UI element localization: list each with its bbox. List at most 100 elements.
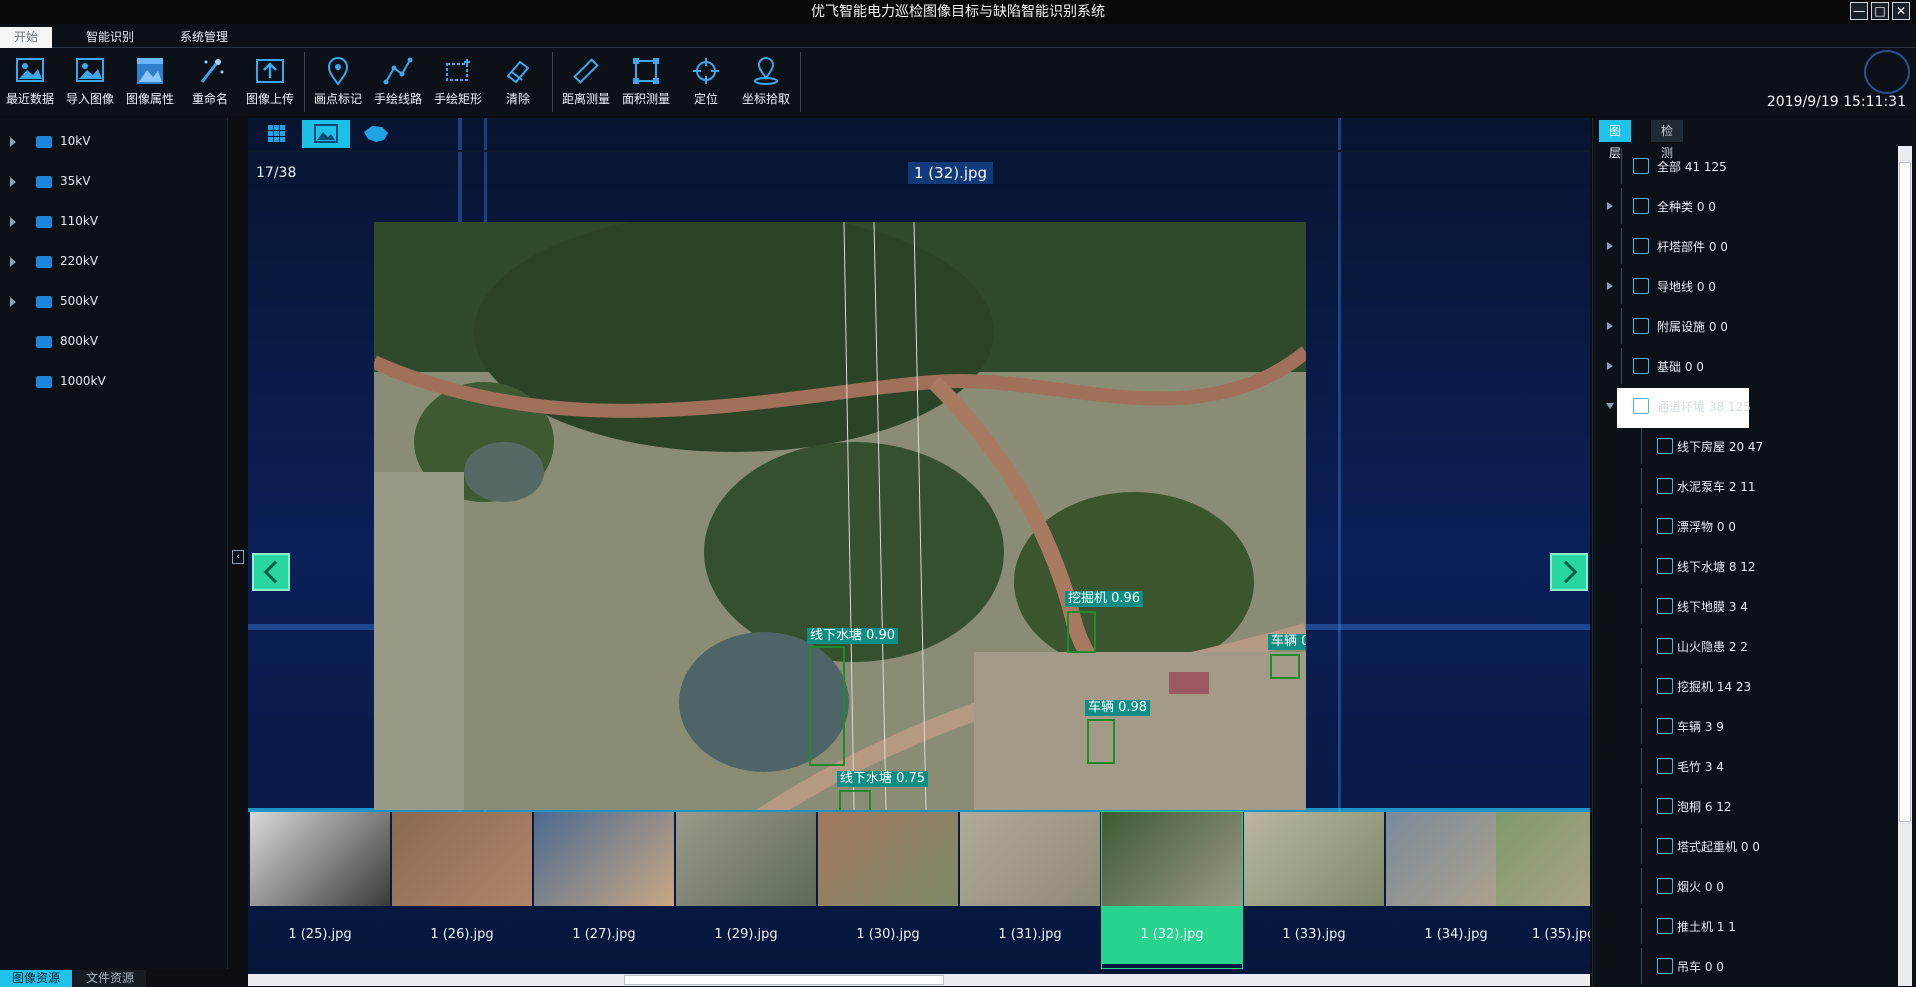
image-properties-icon [137,58,163,84]
detection-box[interactable] [839,790,871,810]
expand-arrow-icon[interactable] [10,297,16,307]
subcategory-item[interactable]: 毛竹 3 4 [1613,748,1893,784]
thumbnail[interactable]: 1 (30).jpg [818,812,958,968]
clear-button[interactable]: 清除 [488,52,548,112]
expand-arrow-icon[interactable] [10,177,16,187]
thumbnail-scrollbar[interactable] [248,974,1590,986]
draw-line-button[interactable]: 手绘线路 [368,52,428,112]
tab-image-resources[interactable]: 图像资源 [0,970,73,987]
grid-view-tab[interactable] [252,120,300,148]
subcategory-label: 挖掘机 14 23 [1677,680,1752,694]
subcategory-item[interactable]: 水泥泵车 2 11 [1613,468,1893,504]
collapse-left-panel-button[interactable]: ‹ [232,550,244,564]
expand-arrow-icon[interactable] [10,257,16,267]
category-accessory-facilities[interactable]: 附属设施 0 0 [1593,308,1893,344]
draw-rectangle-button[interactable]: 手绘矩形 [428,52,488,112]
tab-file-resources[interactable]: 文件资源 [74,970,147,987]
subcategory-item[interactable]: 泡桐 6 12 [1613,788,1893,824]
background-glow [1338,118,1341,818]
tree-item-220kv[interactable]: 220kV [0,248,228,278]
image-properties-button[interactable]: 图像属性 [120,52,180,112]
house-icon [1657,438,1673,454]
scrollbar-thumb[interactable] [1899,162,1911,822]
locate-button[interactable]: 定位 [676,52,736,112]
category-scrollbar[interactable] [1898,146,1912,986]
thumbnail[interactable]: 1 (33).jpg [1244,812,1384,968]
subcategory-item[interactable]: 山火隐患 2 2 [1613,628,1893,664]
subcategory-item[interactable]: 线下房屋 20 47 [1613,428,1893,464]
subcategory-item[interactable]: 漂浮物 0 0 [1613,508,1893,544]
expand-arrow-icon[interactable] [1607,362,1613,370]
subcategory-item[interactable]: 烟火 0 0 [1613,868,1893,904]
app-title: 优飞智能电力巡检图像目标与缺陷智能识别系统 [811,4,1105,20]
thumbnail[interactable]: 1 (25).jpg [250,812,390,968]
detection-box[interactable] [1270,654,1300,679]
recent-data-icon [16,58,44,82]
toolbar-divider [304,52,305,112]
distance-measure-button[interactable]: 距离测量 [556,52,616,112]
subcategory-item[interactable]: 线下地膜 3 4 [1613,588,1893,624]
thumbnail[interactable]: 1 (29).jpg [676,812,816,968]
next-image-button[interactable] [1550,553,1588,591]
coordinate-pick-button[interactable]: 坐标拾取 [736,52,796,112]
category-foundation[interactable]: 基础 0 0 [1593,348,1893,384]
expand-arrow-icon[interactable] [10,137,16,147]
tree-item-800kv[interactable]: 800kV [0,328,228,358]
subcategory-item[interactable]: 车辆 3 9 [1613,708,1893,744]
point-marker-button[interactable]: 画点标记 [308,52,368,112]
thumbnail[interactable]: 1 (27).jpg [534,812,674,968]
expand-arrow-icon[interactable] [1607,242,1613,250]
category-all[interactable]: 全部 41 125 [1593,148,1893,184]
subcategory-item[interactable]: 塔式起重机 0 0 [1613,828,1893,864]
image-view-tab[interactable] [302,120,350,148]
expand-arrow-icon[interactable] [10,217,16,227]
maximize-button[interactable]: □ [1871,2,1889,20]
tree-item-110kv[interactable]: 110kV [0,208,228,238]
subcategory-item[interactable]: 线下水塘 8 12 [1613,548,1893,584]
detection-box[interactable] [809,646,845,766]
scrollbar-thumb[interactable] [624,975,944,985]
tree-line [1641,748,1642,784]
category-conductor-line[interactable]: 导地线 0 0 [1593,268,1893,304]
subcategory-item[interactable]: 吊车 0 0 [1613,948,1893,984]
tree-item-10kv[interactable]: 10kV [0,128,228,158]
import-image-button[interactable]: 导入图像 [60,52,120,112]
recent-data-button[interactable]: 最近数据 [0,52,60,112]
close-button[interactable]: ✕ [1892,2,1910,20]
category-tower-parts[interactable]: 杆塔部件 0 0 [1593,228,1893,264]
expand-arrow-icon[interactable] [1607,322,1613,330]
expand-arrow-icon[interactable] [1607,202,1613,210]
thumbnail[interactable]: 1 (35).jpg [1496,812,1590,968]
subcategory-item[interactable]: 推土机 1 1 [1613,908,1893,944]
thumbnail-image [1102,812,1242,906]
thumbnail[interactable]: 1 (26).jpg [392,812,532,968]
expand-arrow-icon[interactable] [1607,282,1613,290]
image-upload-button[interactable]: 图像上传 [240,52,300,112]
tree-item-35kv[interactable]: 35kV [0,168,228,198]
minimize-button[interactable]: — [1850,2,1868,20]
menu-tab-smart-recognition[interactable]: 智能识别 [72,27,148,48]
menu-tab-start[interactable]: 开始 [0,27,53,48]
tab-detection[interactable]: 检测 [1651,120,1684,160]
previous-image-button[interactable] [252,553,290,591]
menu-tab-system-management[interactable]: 系统管理 [166,27,242,48]
area-measure-button[interactable]: 面积测量 [616,52,676,112]
thumbnail-active[interactable]: 1 (32).jpg [1101,811,1243,969]
subcategory-item[interactable]: 挖掘机 14 23 [1613,668,1893,704]
folder-icon [36,336,52,348]
tab-layers[interactable]: 图层 [1599,120,1632,160]
tree-item-500kv[interactable]: 500kV [0,288,228,318]
upload-icon [256,59,284,83]
category-all-types[interactable]: 全种类 0 0 [1593,188,1893,224]
thumbnail[interactable]: 1 (31).jpg [960,812,1100,968]
aerial-inspection-image[interactable]: 挖掘机 0.96 车辆 0.93 线下水塘 0.90 车辆 0.98 线下水塘 … [374,222,1306,810]
detection-label: 线下水塘 0.75 [837,771,929,787]
map-view-tab[interactable] [352,120,400,148]
rename-button[interactable]: 重命名 [180,52,240,112]
category-channel-environment[interactable]: 通道环境 38 125 [1593,388,1893,428]
detection-box[interactable] [1087,719,1115,764]
vehicle-icon [1657,718,1673,734]
tree-item-1000kv[interactable]: 1000kV [0,368,228,398]
detection-box[interactable] [1067,611,1096,653]
collapse-arrow-icon[interactable] [1606,403,1614,409]
